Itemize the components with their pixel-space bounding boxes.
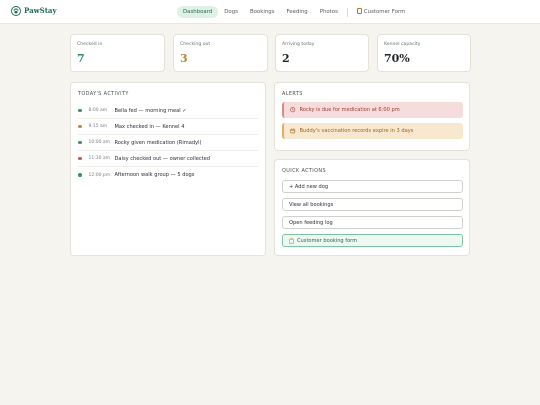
status-dot — [78, 124, 82, 129]
quick-actions-title: QUICK ACTIONS — [282, 168, 326, 174]
clipboard-icon — [289, 237, 294, 244]
activity-row: 12:00 pm Afternoon walk group — 5 dogs — [78, 167, 258, 183]
status-dot — [78, 108, 82, 113]
open-feeding-log-button[interactable]: Open feeding log — [282, 216, 463, 229]
calendar-icon — [290, 128, 296, 134]
stat-value: 3 — [180, 52, 188, 65]
activity-row: 8:00 am Bella fed — morning meal ✓ — [78, 103, 258, 119]
stat-label: Kennel capacity — [384, 42, 421, 47]
activity-time: 8:00 am — [88, 108, 108, 113]
alert-medication[interactable]: Rocky is due for medication at 6:00 pm — [282, 102, 463, 118]
add-new-dog-button[interactable]: + Add new dog — [282, 180, 463, 193]
nav-photos[interactable]: Photos — [314, 6, 344, 18]
customer-booking-form-button[interactable]: Customer booking form — [282, 234, 463, 247]
stat-label: Arriving today — [282, 42, 315, 47]
stat-label: Checked in — [77, 42, 103, 47]
stat-label: Checking out — [180, 42, 211, 47]
nav-feeding[interactable]: Feeding — [281, 6, 314, 18]
customer-booking-form-label: Customer booking form — [297, 237, 358, 244]
activity-text: Daisy checked out — owner collected — [114, 155, 211, 162]
stat-value: 70% — [384, 52, 410, 65]
stat-value: 7 — [77, 52, 85, 65]
nav-customer-form-label: Customer Form — [363, 9, 406, 15]
brand[interactable]: PawStay — [11, 6, 57, 16]
stat-card-checking-out: Checking out 3 — [173, 34, 268, 72]
view-all-bookings-button[interactable]: View all bookings — [282, 198, 463, 211]
alert-text: Buddy's vaccination records expire in 3 … — [299, 128, 414, 134]
top-navigation-bar: PawStay Dashboard Dogs Bookings Feeding … — [0, 0, 540, 24]
activity-text: Max checked in — Kennel 4 — [114, 123, 185, 130]
clock-icon — [290, 107, 296, 113]
stat-card-kennel-capacity: Kennel capacity 70% — [377, 34, 471, 72]
activity-panel: TODAY'S ACTIVITY 8:00 am Bella fed — mor… — [70, 82, 266, 256]
activity-row: 9:15 am Max checked in — Kennel 4 — [78, 119, 258, 135]
activity-title: TODAY'S ACTIVITY — [78, 91, 129, 97]
nav-divider — [346, 7, 348, 17]
activity-text: Bella fed — morning meal ✓ — [114, 107, 187, 114]
activity-row: 10:00 am Rocky given medication (Rimadyl… — [78, 135, 258, 151]
activity-time: 10:00 am — [88, 140, 111, 145]
paw-logo-icon — [11, 6, 21, 16]
status-dot — [78, 140, 82, 145]
activity-row: 11:30 am Daisy checked out — owner colle… — [78, 151, 258, 167]
nav-dogs[interactable]: Dogs — [218, 6, 244, 18]
stat-value: 2 — [282, 52, 290, 65]
alert-text: Rocky is due for medication at 6:00 pm — [299, 107, 400, 113]
main-nav: Dashboard Dogs Bookings Feeding Photos C… — [177, 5, 411, 19]
activity-time: 9:15 am — [88, 124, 108, 129]
nav-customer-form[interactable]: Customer Form — [351, 6, 411, 18]
nav-bookings[interactable]: Bookings — [244, 6, 281, 18]
stat-card-checked-in: Checked in 7 — [70, 34, 165, 72]
alerts-title: ALERTS — [282, 91, 303, 97]
activity-text: Afternoon walk group — 5 dogs — [114, 172, 195, 178]
alert-vaccination[interactable]: Buddy's vaccination records expire in 3 … — [282, 123, 463, 139]
alerts-panel: ALERTS Rocky is due for medication at 6:… — [274, 82, 470, 151]
clipboard-icon — [356, 8, 362, 14]
quick-actions-panel: QUICK ACTIONS + Add new dog View all boo… — [274, 159, 470, 256]
activity-time: 12:00 pm — [88, 172, 111, 178]
status-dot — [78, 156, 82, 161]
activity-time: 11:30 am — [88, 156, 111, 161]
status-dot — [78, 173, 82, 177]
app-name: PawStay — [24, 6, 57, 15]
activity-text: Rocky given medication (Rimadyl) — [114, 139, 202, 146]
stat-card-arriving-today: Arriving today 2 — [275, 34, 369, 72]
nav-dashboard[interactable]: Dashboard — [177, 6, 219, 18]
